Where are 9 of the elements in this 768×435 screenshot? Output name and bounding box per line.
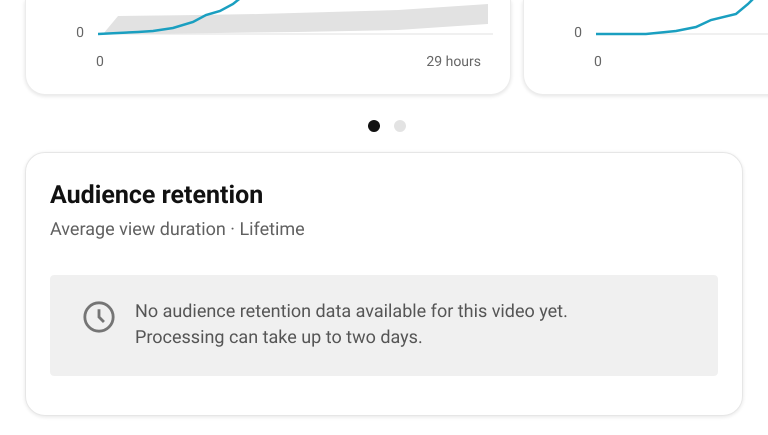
axis-label: 0 <box>594 55 602 69</box>
axis-label: 0 <box>75 26 85 40</box>
notice-text: No audience retention data available for this video yet. Processing can take up to two days. <box>135 300 568 350</box>
card-subtitle: Average view duration · Lifetime <box>50 218 306 242</box>
card-title: Audience retention <box>50 180 264 212</box>
axis-label: 29 hours <box>426 55 481 69</box>
axis-label: 0 <box>96 55 104 69</box>
axis-label: 0 <box>573 26 583 40</box>
clock-icon <box>82 300 116 334</box>
